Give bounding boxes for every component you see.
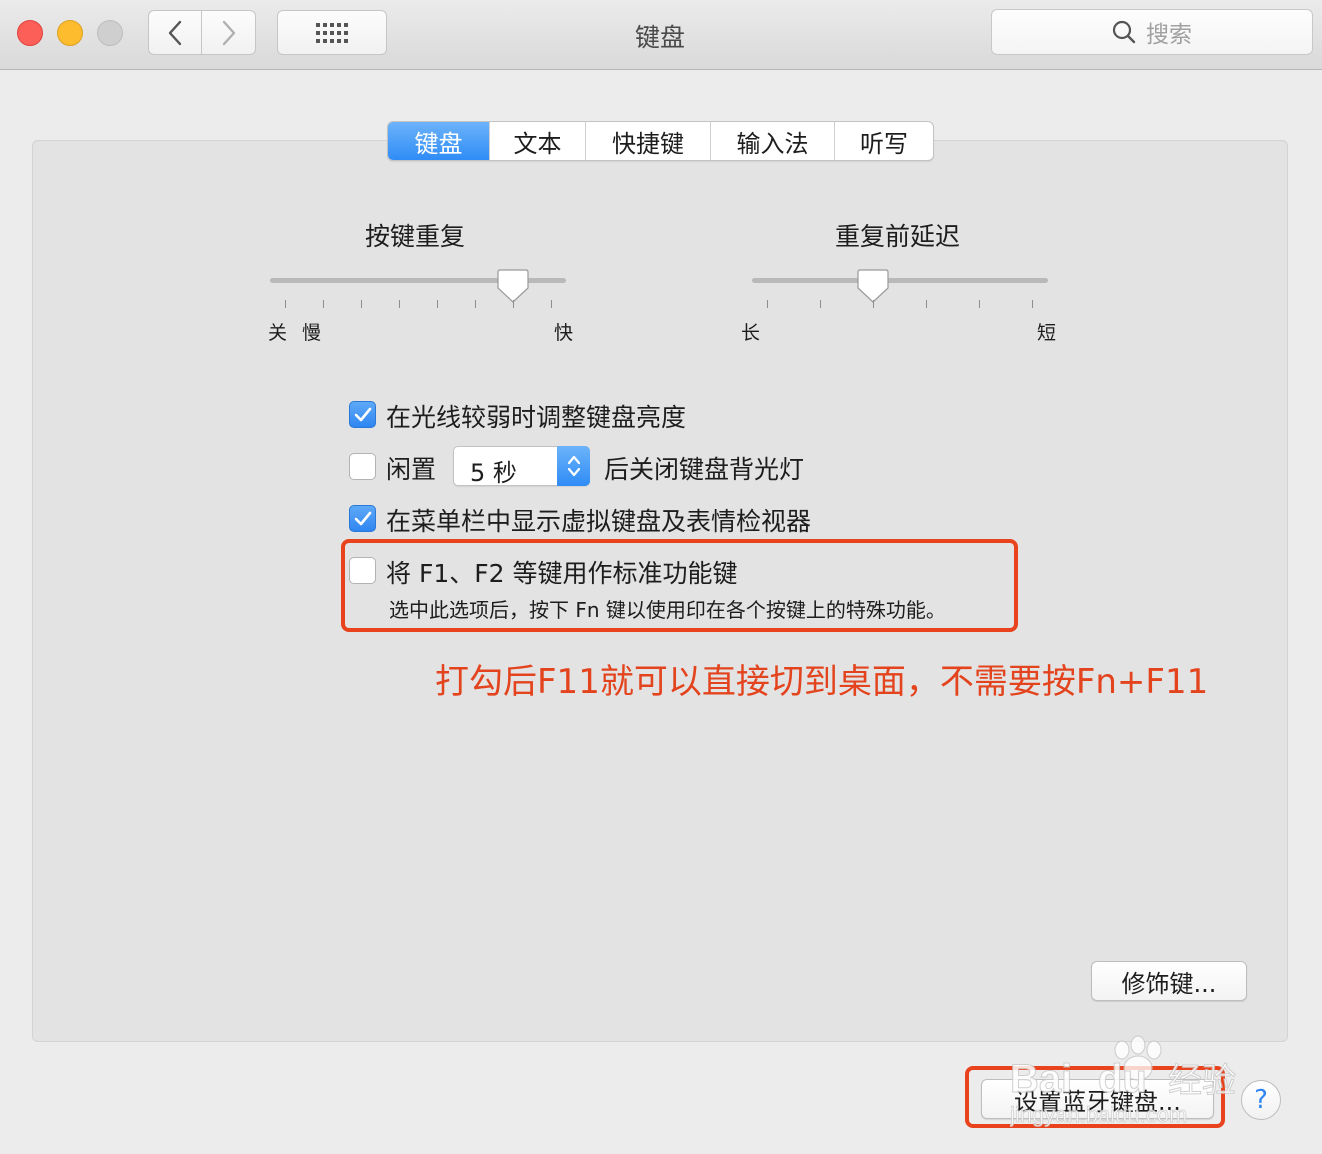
key-repeat-off-label: 关 xyxy=(268,322,288,344)
close-window-button[interactable] xyxy=(17,20,43,46)
repeat-delay-tick xyxy=(767,300,768,308)
repeat-delay-tick xyxy=(1032,300,1033,308)
adjust-brightness-checkbox[interactable] xyxy=(349,401,376,428)
tab-bar: 键盘 文本 快捷键 输入法 听写 xyxy=(387,121,934,161)
idle-prefix-label: 闲置 xyxy=(386,455,437,484)
checkmark-icon xyxy=(354,407,371,421)
tab-text[interactable]: 文本 xyxy=(489,122,585,160)
grid-icon xyxy=(316,22,348,43)
idle-time-popup[interactable]: 5 秒 xyxy=(453,446,590,487)
key-repeat-tick xyxy=(323,300,324,308)
tab-shortcuts[interactable]: 快捷键 xyxy=(585,122,710,160)
key-repeat-tick xyxy=(361,300,362,308)
idle-suffix-label: 后关闭键盘背光灯 xyxy=(604,455,805,484)
title-bar: 键盘 搜索 xyxy=(0,0,1322,70)
repeat-delay-long-label: 长 xyxy=(741,322,761,344)
checkmark-icon xyxy=(354,511,371,525)
key-repeat-fast-label: 快 xyxy=(554,322,574,344)
window-title: 键盘 xyxy=(634,23,685,52)
forward-button[interactable] xyxy=(202,10,256,55)
show-viewer-checkbox[interactable] xyxy=(349,505,376,532)
key-repeat-slider-thumb[interactable] xyxy=(497,268,529,304)
key-repeat-tick xyxy=(399,300,400,308)
back-button[interactable] xyxy=(148,10,202,55)
help-button[interactable]: ? xyxy=(1241,1080,1281,1120)
show-viewer-label: 在菜单栏中显示虚拟键盘及表情检视器 xyxy=(386,507,812,536)
tab-input-sources[interactable]: 输入法 xyxy=(710,122,834,160)
zoom-window-button[interactable] xyxy=(97,20,123,46)
repeat-delay-tick xyxy=(926,300,927,308)
key-repeat-title: 按键重复 xyxy=(365,222,466,251)
repeat-delay-tick xyxy=(873,300,874,308)
bluetooth-highlight-box xyxy=(965,1066,1225,1128)
search-placeholder: 搜索 xyxy=(1146,22,1192,48)
idle-time-value: 5 秒 xyxy=(470,459,517,487)
idle-backlight-checkbox[interactable] xyxy=(349,453,376,480)
repeat-delay-tick xyxy=(979,300,980,308)
repeat-delay-tick xyxy=(820,300,821,308)
key-repeat-tick xyxy=(551,300,552,308)
show-all-button[interactable] xyxy=(277,10,387,55)
tab-keyboard[interactable]: 键盘 xyxy=(388,122,489,160)
key-repeat-slow-label: 慢 xyxy=(302,322,322,344)
key-repeat-tick xyxy=(437,300,438,308)
minimize-window-button[interactable] xyxy=(57,20,83,46)
chevron-left-icon xyxy=(168,20,182,45)
key-repeat-tick xyxy=(285,300,286,308)
adjust-brightness-label: 在光线较弱时调整键盘亮度 xyxy=(386,403,687,432)
fn-keys-checkbox[interactable] xyxy=(349,557,376,584)
popup-arrows xyxy=(557,446,590,486)
repeat-delay-short-label: 短 xyxy=(1037,322,1057,344)
repeat-delay-track[interactable] xyxy=(752,278,1048,283)
fn-keys-hint: 选中此选项后，按下 Fn 键以使用印在各个按键上的特殊功能。 xyxy=(389,598,946,622)
up-down-arrows-icon xyxy=(567,455,580,477)
repeat-delay-title: 重复前延迟 xyxy=(835,222,961,251)
repeat-delay-slider-thumb[interactable] xyxy=(857,268,889,304)
annotation-text: 打勾后F11就可以直接切到桌面，不需要按Fn+F11 xyxy=(435,662,1209,702)
key-repeat-tick xyxy=(475,300,476,308)
modifier-keys-button[interactable]: 修饰键... xyxy=(1091,961,1247,1001)
tab-dictation[interactable]: 听写 xyxy=(834,122,933,160)
search-icon xyxy=(1112,20,1136,44)
search-field[interactable]: 搜索 xyxy=(991,9,1313,55)
chevron-right-icon xyxy=(222,20,235,45)
fn-keys-label: 将 F1、F2 等键用作标准功能键 xyxy=(386,559,738,588)
key-repeat-tick xyxy=(513,300,514,308)
